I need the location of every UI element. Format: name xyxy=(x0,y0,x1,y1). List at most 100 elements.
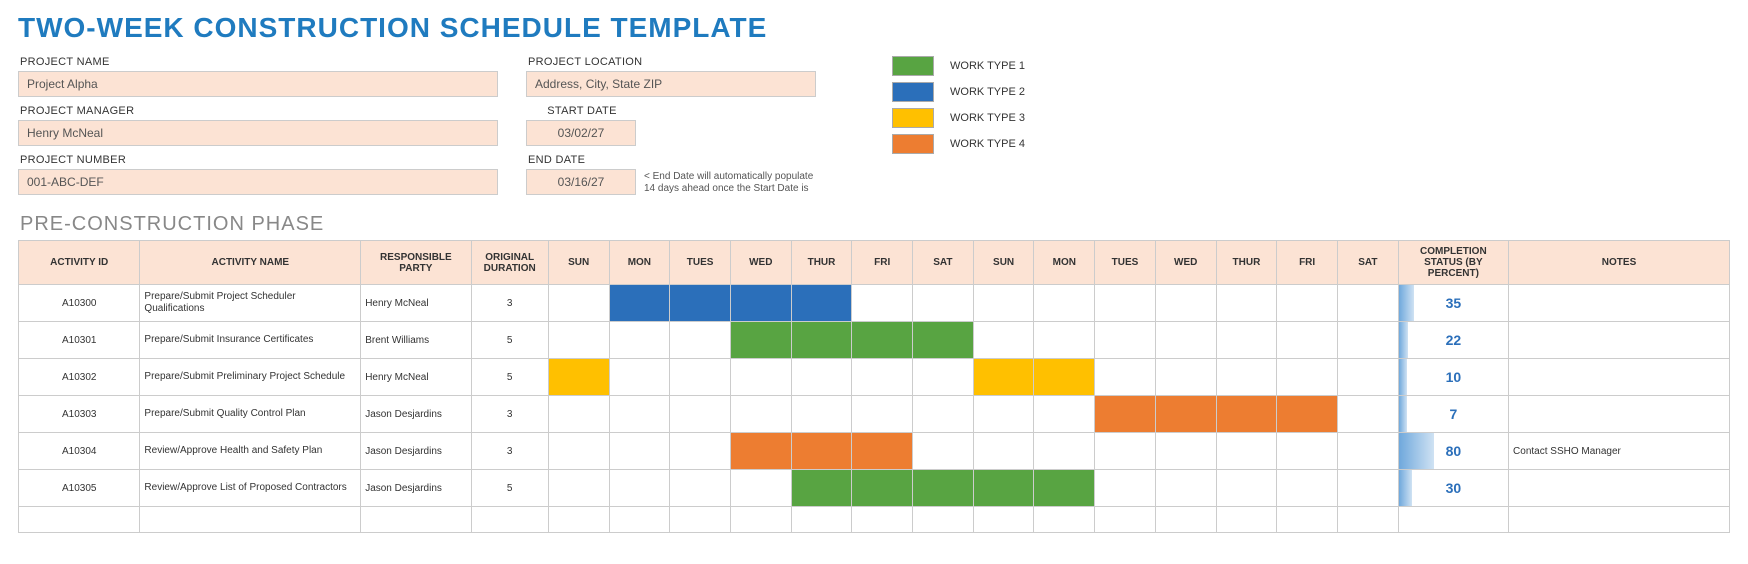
cell-day[interactable] xyxy=(548,322,609,359)
cell-day[interactable] xyxy=(1277,470,1338,507)
cell-day[interactable] xyxy=(548,285,609,322)
cell-day[interactable] xyxy=(913,470,974,507)
cell-day[interactable] xyxy=(1277,359,1338,396)
cell-empty[interactable] xyxy=(1216,507,1277,533)
cell-day[interactable] xyxy=(1216,433,1277,470)
cell-day[interactable] xyxy=(1034,433,1095,470)
cell-activity-id[interactable]: A10301 xyxy=(19,322,140,359)
cell-activity-name[interactable]: Prepare/Submit Project Scheduler Qualifi… xyxy=(140,285,361,322)
cell-day[interactable] xyxy=(973,322,1034,359)
cell-day[interactable] xyxy=(913,359,974,396)
cell-empty[interactable] xyxy=(1155,507,1216,533)
cell-day[interactable] xyxy=(973,285,1034,322)
cell-empty[interactable] xyxy=(730,507,791,533)
cell-empty[interactable] xyxy=(1398,507,1508,533)
cell-day[interactable] xyxy=(1034,396,1095,433)
cell-day[interactable] xyxy=(1216,470,1277,507)
cell-duration[interactable]: 3 xyxy=(471,285,548,322)
cell-activity-name[interactable]: Review/Approve List of Proposed Contract… xyxy=(140,470,361,507)
cell-notes[interactable] xyxy=(1509,285,1730,322)
cell-empty[interactable] xyxy=(1509,507,1730,533)
cell-day[interactable] xyxy=(913,285,974,322)
cell-day[interactable] xyxy=(1155,396,1216,433)
cell-day[interactable] xyxy=(1095,396,1156,433)
cell-day[interactable] xyxy=(730,285,791,322)
cell-day[interactable] xyxy=(670,285,731,322)
cell-day[interactable] xyxy=(791,359,852,396)
cell-notes[interactable] xyxy=(1509,396,1730,433)
cell-day[interactable] xyxy=(609,433,670,470)
cell-empty[interactable] xyxy=(852,507,913,533)
cell-activity-id[interactable]: A10300 xyxy=(19,285,140,322)
cell-day[interactable] xyxy=(1095,285,1156,322)
cell-empty[interactable] xyxy=(361,507,471,533)
project-location-input[interactable] xyxy=(526,71,816,97)
cell-day[interactable] xyxy=(1155,359,1216,396)
cell-notes[interactable] xyxy=(1509,322,1730,359)
cell-day[interactable] xyxy=(609,322,670,359)
cell-activity-name[interactable]: Prepare/Submit Quality Control Plan xyxy=(140,396,361,433)
cell-day[interactable] xyxy=(730,322,791,359)
cell-empty[interactable] xyxy=(548,507,609,533)
cell-empty[interactable] xyxy=(1337,507,1398,533)
cell-activity-id[interactable]: A10305 xyxy=(19,470,140,507)
cell-notes[interactable] xyxy=(1509,359,1730,396)
cell-day[interactable] xyxy=(1155,433,1216,470)
cell-day[interactable] xyxy=(1216,359,1277,396)
cell-day[interactable] xyxy=(791,396,852,433)
cell-day[interactable] xyxy=(852,359,913,396)
cell-day[interactable] xyxy=(1095,359,1156,396)
cell-notes[interactable] xyxy=(1509,470,1730,507)
cell-day[interactable] xyxy=(913,433,974,470)
cell-day[interactable] xyxy=(670,322,731,359)
cell-day[interactable] xyxy=(1337,396,1398,433)
cell-notes[interactable]: Contact SSHO Manager xyxy=(1509,433,1730,470)
cell-day[interactable] xyxy=(1155,285,1216,322)
cell-empty[interactable] xyxy=(670,507,731,533)
cell-day[interactable] xyxy=(791,322,852,359)
cell-day[interactable] xyxy=(1277,285,1338,322)
cell-day[interactable] xyxy=(609,396,670,433)
cell-day[interactable] xyxy=(852,322,913,359)
cell-day[interactable] xyxy=(973,359,1034,396)
cell-completion[interactable]: 80 xyxy=(1398,433,1508,470)
cell-responsible[interactable]: Henry McNeal xyxy=(361,359,471,396)
cell-day[interactable] xyxy=(1034,285,1095,322)
cell-day[interactable] xyxy=(730,396,791,433)
cell-completion[interactable]: 7 xyxy=(1398,396,1508,433)
cell-empty[interactable] xyxy=(471,507,548,533)
cell-empty[interactable] xyxy=(913,507,974,533)
cell-day[interactable] xyxy=(791,433,852,470)
cell-day[interactable] xyxy=(1216,285,1277,322)
cell-day[interactable] xyxy=(1034,359,1095,396)
cell-day[interactable] xyxy=(852,433,913,470)
cell-duration[interactable]: 5 xyxy=(471,322,548,359)
cell-day[interactable] xyxy=(1337,433,1398,470)
cell-day[interactable] xyxy=(913,322,974,359)
cell-activity-id[interactable]: A10302 xyxy=(19,359,140,396)
cell-day[interactable] xyxy=(1095,470,1156,507)
cell-empty[interactable] xyxy=(140,507,361,533)
cell-day[interactable] xyxy=(791,470,852,507)
cell-day[interactable] xyxy=(1155,322,1216,359)
cell-day[interactable] xyxy=(609,359,670,396)
cell-day[interactable] xyxy=(852,285,913,322)
cell-day[interactable] xyxy=(730,470,791,507)
cell-day[interactable] xyxy=(548,470,609,507)
cell-day[interactable] xyxy=(1277,396,1338,433)
cell-day[interactable] xyxy=(1337,322,1398,359)
cell-day[interactable] xyxy=(1034,322,1095,359)
cell-duration[interactable]: 3 xyxy=(471,433,548,470)
cell-day[interactable] xyxy=(1277,433,1338,470)
project-number-input[interactable] xyxy=(18,169,498,195)
cell-empty[interactable] xyxy=(19,507,140,533)
cell-day[interactable] xyxy=(1337,285,1398,322)
cell-duration[interactable]: 5 xyxy=(471,470,548,507)
cell-empty[interactable] xyxy=(973,507,1034,533)
cell-responsible[interactable]: Brent Williams xyxy=(361,322,471,359)
cell-day[interactable] xyxy=(548,359,609,396)
cell-empty[interactable] xyxy=(1277,507,1338,533)
cell-duration[interactable]: 5 xyxy=(471,359,548,396)
cell-completion[interactable]: 22 xyxy=(1398,322,1508,359)
cell-day[interactable] xyxy=(973,470,1034,507)
